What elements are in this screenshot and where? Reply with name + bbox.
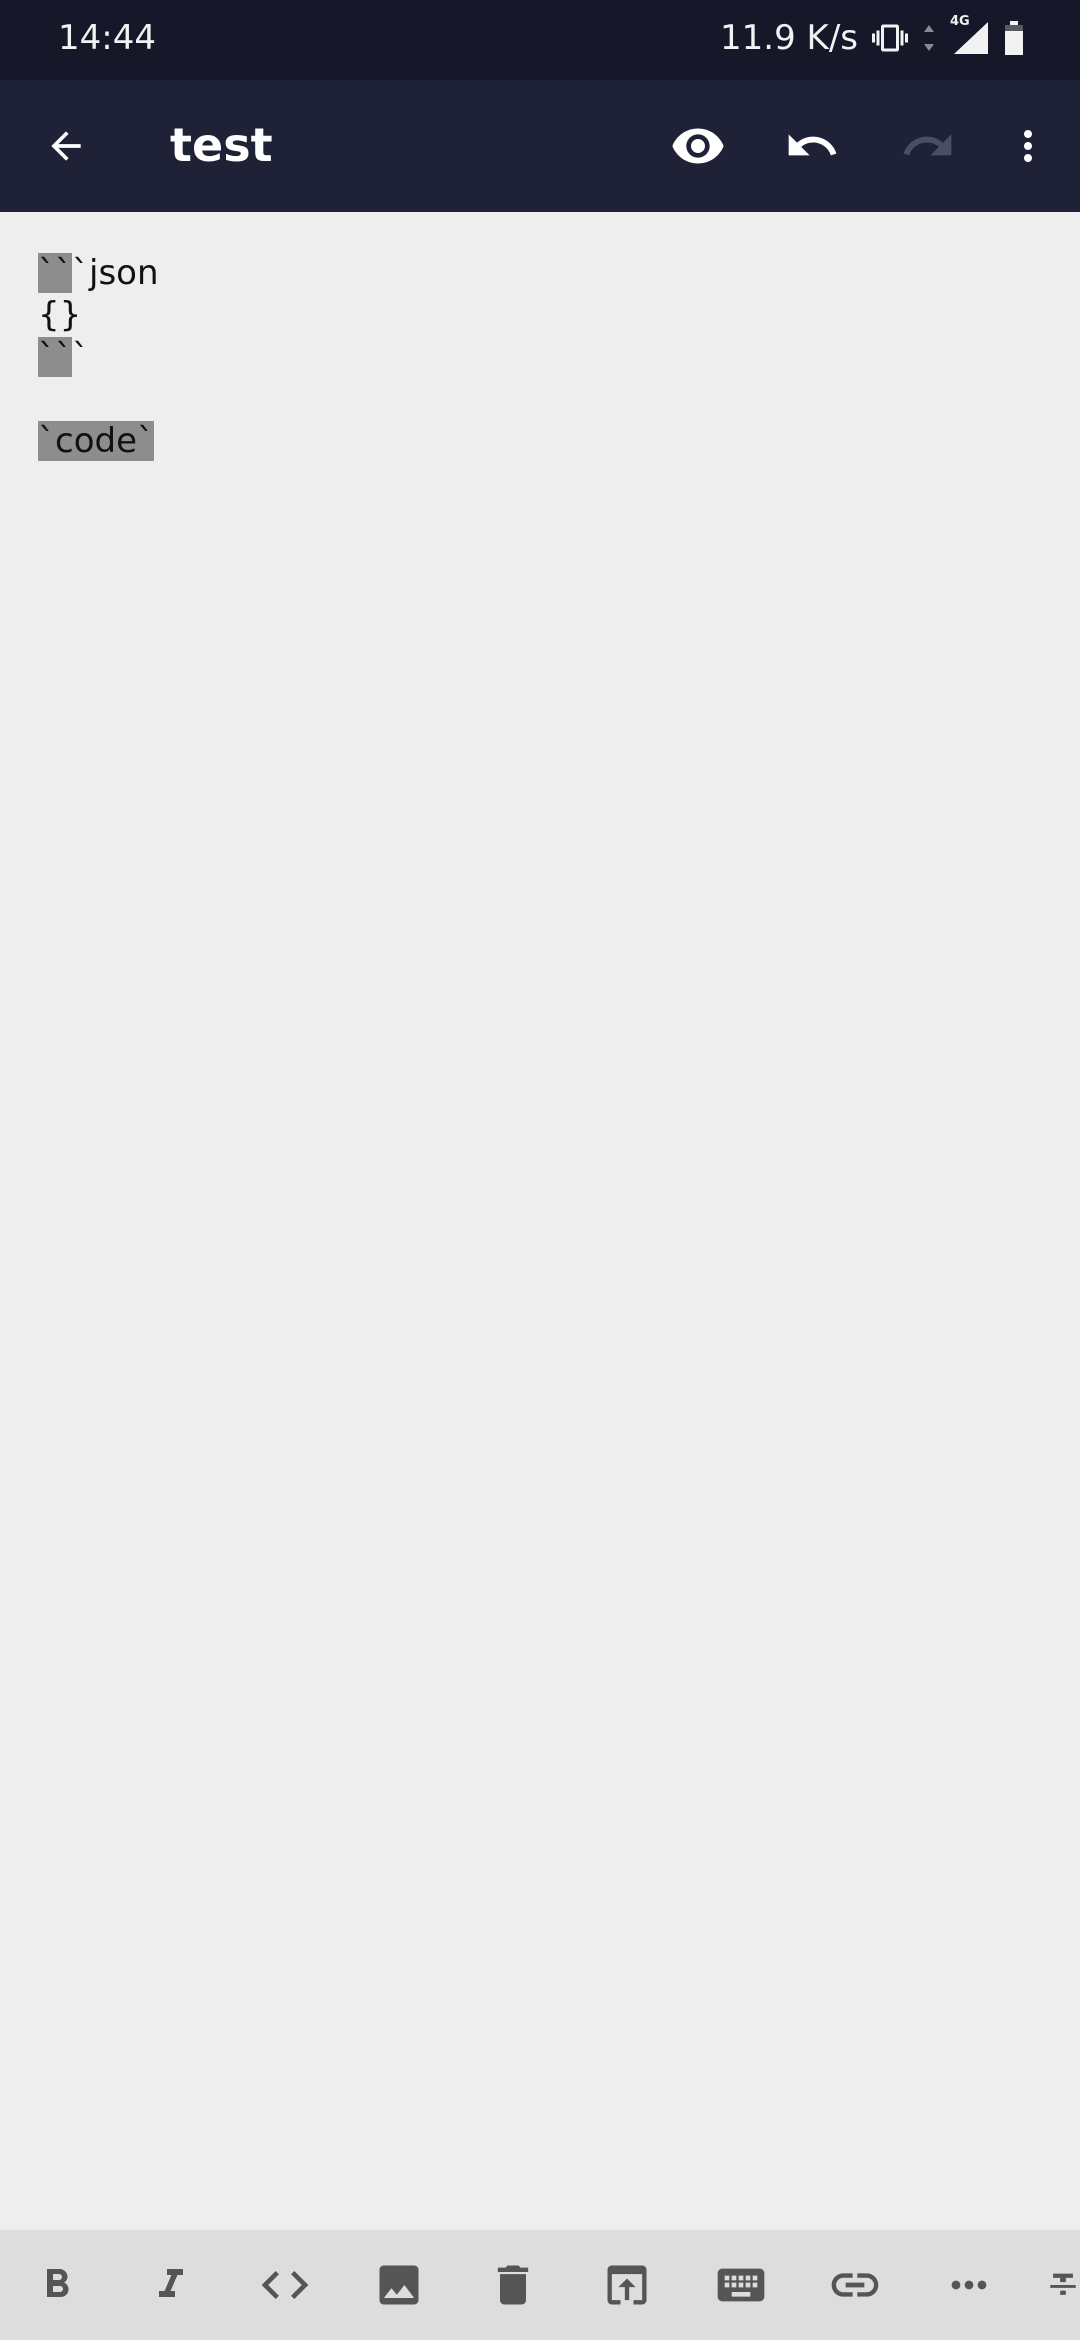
battery-icon [1004,21,1024,55]
overflow-menu-button[interactable] [992,110,1064,182]
editor-line: ```json [38,252,159,294]
undo-icon [788,134,837,156]
strikethrough-button[interactable] [1046,2252,1080,2318]
preview-button[interactable] [662,110,734,182]
network-type: 4G [950,14,970,29]
more-options-button[interactable] [936,2252,1002,2318]
line-text: ` [72,337,89,377]
open-in-icon [607,2265,647,2305]
app-bar: test [0,80,1080,212]
inline-code-highlight: `code` [38,421,154,461]
italic-icon [159,2269,183,2297]
undo-button[interactable] [776,110,848,182]
status-time: 14:44 [58,18,156,58]
image-icon [379,2265,419,2305]
line-text: {} [38,295,82,335]
editor-line: ``` [38,336,159,378]
strikethrough-icon [1050,2273,1076,2295]
back-button[interactable] [30,110,102,182]
markdown-editor[interactable]: ```json {} ``` `code` [0,212,1080,2230]
code-icon [261,2271,309,2299]
more-horiz-icon [951,2280,987,2290]
italic-button[interactable] [138,2252,204,2318]
signal-icon: 4G [950,14,990,56]
data-arrows-icon [922,23,936,53]
bold-button[interactable] [24,2252,90,2318]
status-bar: 14:44 11.9 K/s 4G [0,0,1080,80]
bold-icon [47,2269,69,2297]
code-button[interactable] [252,2252,318,2318]
more-vert-icon [1024,130,1032,162]
highlighted-backticks: `` [38,337,72,377]
link-icon [831,2273,879,2297]
eye-icon [672,128,724,164]
delete-icon [497,2265,529,2305]
network-speed: 11.9 K/s [720,18,858,58]
editor-text[interactable]: ```json {} ``` `code` [38,252,159,462]
highlighted-backticks: `` [38,253,72,293]
redo-icon [903,134,952,156]
redo-button[interactable] [892,110,964,182]
editor-line: `code` [38,420,159,462]
delete-button[interactable] [480,2252,546,2318]
image-button[interactable] [366,2252,432,2318]
keyboard-button[interactable] [708,2252,774,2318]
open-in-button[interactable] [594,2252,660,2318]
vibrate-icon [872,20,908,56]
line-text: `json [72,253,159,293]
editor-line: {} [38,294,159,336]
keyboard-icon [717,2268,765,2302]
formatting-toolbar [0,2230,1080,2340]
back-arrow-icon [51,131,81,161]
page-title: test [170,118,273,172]
link-button[interactable] [822,2252,888,2318]
status-icons: 11.9 K/s 4G [720,14,1024,58]
